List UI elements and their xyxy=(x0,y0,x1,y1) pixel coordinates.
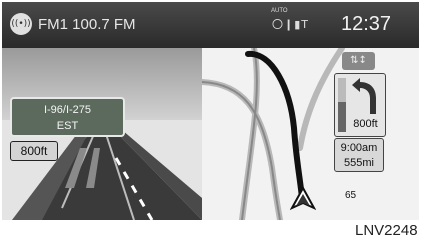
junction-distance: 800ft xyxy=(10,141,58,161)
figure-caption: LNV2248 xyxy=(355,222,418,239)
auto-label: AUTO xyxy=(271,8,288,14)
junction-view: I-96/I-275 EST 800ft xyxy=(2,48,202,220)
sign-road-name: I-96/I-275 xyxy=(43,104,92,116)
speed-limit-label: 65 xyxy=(345,190,357,201)
radio-broadcast-icon[interactable]: ((•)) xyxy=(10,13,32,35)
turn-distance-label: 800ft xyxy=(353,118,378,130)
eta-box[interactable]: 9:00am 555mi xyxy=(334,138,384,172)
status-bar: ((•)) FM1 100.7 FM AUTO 〇❙▮T 12:37 xyxy=(2,2,419,48)
radio-station-label[interactable]: FM1 100.7 FM xyxy=(38,16,136,33)
turn-distance-bar-fill xyxy=(338,102,346,132)
status-indicators: 〇❙▮T xyxy=(272,18,309,31)
clock: 12:37 xyxy=(341,13,392,35)
navigation-screen: ((•)) FM1 100.7 FM AUTO 〇❙▮T 12:37 I-96/… xyxy=(2,2,419,220)
remaining-distance: 555mi xyxy=(344,157,374,169)
turn-distance-bar xyxy=(338,78,346,132)
route-view-icon[interactable]: ⇅↕ xyxy=(342,52,375,70)
next-turn-panel[interactable]: 800ft xyxy=(334,73,386,137)
vehicle-position-icon xyxy=(290,186,316,211)
highway-sign: I-96/I-275 EST xyxy=(10,97,125,137)
eta-time: 9:00am xyxy=(340,142,378,154)
sign-direction: EST xyxy=(56,120,79,132)
turn-left-arrow-icon xyxy=(352,78,376,114)
